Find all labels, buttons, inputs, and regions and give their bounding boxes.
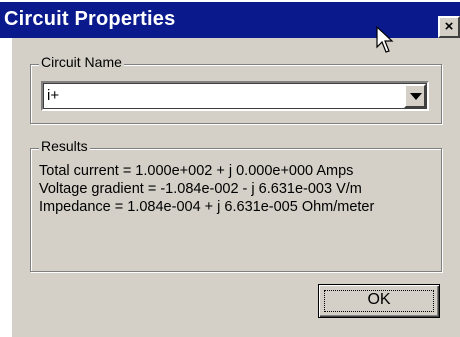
dropdown-button[interactable] bbox=[404, 84, 426, 108]
circuit-name-group: Circuit Name i+ bbox=[30, 54, 442, 124]
impedance-text: Impedance = 1.084e-004 + j 6.631e-005 Oh… bbox=[39, 199, 375, 215]
dialog-body: Circuit Name i+ Results Total current = … bbox=[12, 38, 460, 337]
total-current-text: Total current = 1.000e+002 + j 0.000e+00… bbox=[39, 163, 354, 179]
ok-button[interactable]: OK bbox=[318, 284, 440, 318]
results-label: Results bbox=[39, 138, 90, 154]
close-icon: × bbox=[444, 18, 454, 35]
ok-label: OK bbox=[367, 291, 391, 308]
window-title: Circuit Properties bbox=[4, 8, 176, 30]
chevron-down-icon bbox=[410, 93, 422, 100]
circuit-name-value: i+ bbox=[47, 87, 60, 104]
circuit-name-label: Circuit Name bbox=[39, 54, 124, 70]
close-button[interactable]: × bbox=[438, 16, 460, 38]
circuit-properties-dialog: Circuit Properties × Circuit Name i+ Res… bbox=[0, 0, 460, 337]
circuit-name-dropdown[interactable]: i+ bbox=[41, 81, 429, 111]
voltage-gradient-text: Voltage gradient = -1.084e-002 - j 6.631… bbox=[39, 181, 362, 197]
results-group: Results Total current = 1.000e+002 + j 0… bbox=[30, 138, 442, 272]
mouse-pointer-icon bbox=[376, 26, 394, 53]
